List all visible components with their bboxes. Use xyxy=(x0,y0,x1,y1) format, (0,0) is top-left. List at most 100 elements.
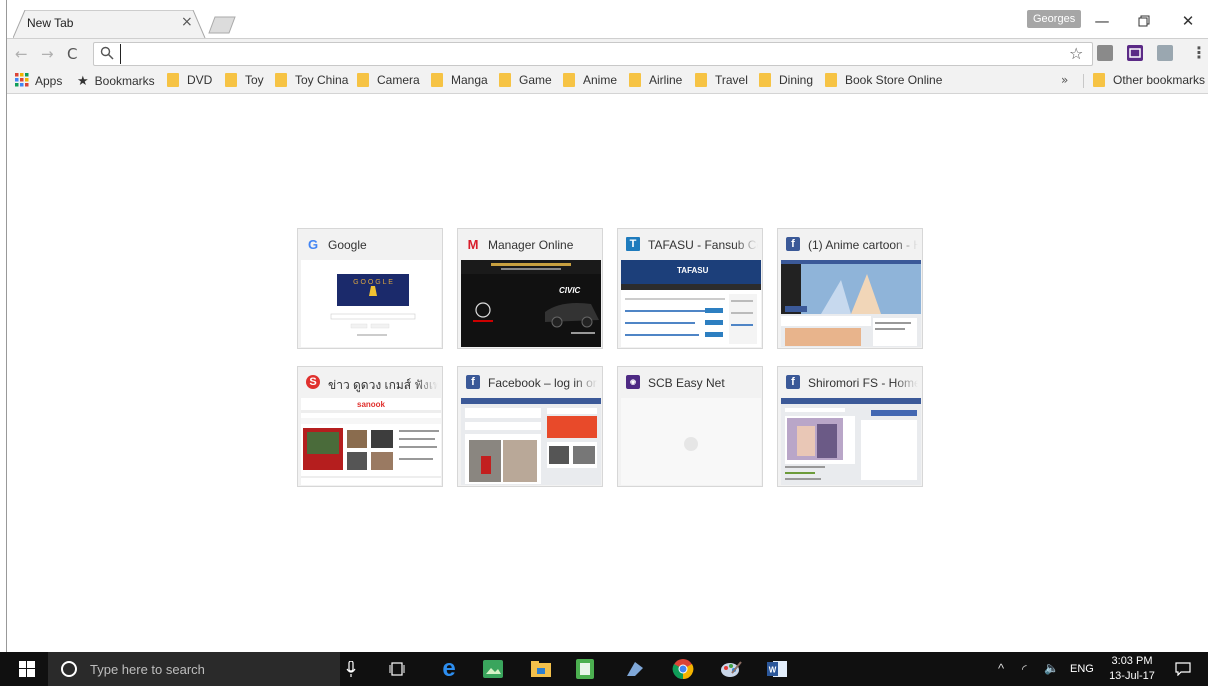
wifi-icon[interactable]: ◜ xyxy=(1022,662,1027,676)
tab-close-icon[interactable]: × xyxy=(181,14,193,30)
tile-thumbnail: TAFASU xyxy=(621,260,761,347)
tile-thumbnail xyxy=(461,398,601,485)
photos-app-icon[interactable] xyxy=(478,652,508,686)
tile-title: (1) Anime cartoon - H xyxy=(808,238,918,252)
microphone-icon[interactable] xyxy=(346,661,356,677)
new-tab-page: G Google G O O G L E M Manager Online CI… xyxy=(7,95,1208,652)
bookmark-folder-dvd[interactable]: DVD xyxy=(167,73,212,89)
apps-shortcut[interactable]: Apps xyxy=(15,73,62,89)
tile-thumbnail xyxy=(781,398,921,485)
bookmark-folder-camera[interactable]: Camera xyxy=(357,73,420,89)
tile-title: Shiromori FS - Home xyxy=(808,376,918,390)
taskbar-search-box[interactable]: Type here to search xyxy=(48,652,356,686)
extension-inbox-icon[interactable] xyxy=(1127,45,1143,61)
bookmark-folder-manga[interactable]: Manga xyxy=(431,73,488,89)
bookmarks-shortcut[interactable]: ★ Bookmarks xyxy=(77,73,155,89)
bookmarks-label: Bookmarks xyxy=(94,74,155,88)
tile-sanook[interactable]: S ข่าว ดูดวง เกมส์ ฟังเพล sanook xyxy=(297,366,443,487)
bookmark-folder-airline[interactable]: Airline xyxy=(629,73,682,89)
tile-facebook[interactable]: f Facebook – log in or s xyxy=(457,366,603,487)
apps-label: Apps xyxy=(35,74,63,88)
extension-tray-icon[interactable] xyxy=(1097,45,1113,61)
restore-icon[interactable] xyxy=(1129,12,1159,31)
task-view-icon[interactable] xyxy=(382,652,412,686)
tafasu-banner-text: TAFASU xyxy=(677,266,709,275)
new-tab-button[interactable] xyxy=(207,16,237,34)
tile-header: T TAFASU - Fansub Co xyxy=(618,229,762,257)
address-input[interactable] xyxy=(120,44,1060,64)
folder-icon xyxy=(695,73,707,87)
bookmark-folder-toy-china[interactable]: Toy China xyxy=(275,73,348,89)
folder-icon xyxy=(499,73,511,87)
sanook-logo-text: sanook xyxy=(357,400,386,409)
folder-icon xyxy=(225,73,237,87)
folder-icon xyxy=(357,73,369,87)
tile-scb-easy-net[interactable]: ◉ SCB Easy Net xyxy=(617,366,763,487)
notes-app-icon[interactable] xyxy=(570,652,600,686)
file-explorer-icon[interactable] xyxy=(526,652,556,686)
word-app-icon[interactable]: W xyxy=(762,652,792,686)
tile-title: TAFASU - Fansub Co xyxy=(648,238,758,252)
tile-tafasu[interactable]: T TAFASU - Fansub Co TAFASU xyxy=(617,228,763,349)
folder-icon xyxy=(1093,73,1105,87)
tab-new-tab-title[interactable]: New Tab xyxy=(27,16,73,30)
scb-icon: ◉ xyxy=(626,375,640,389)
tile-shiromori-fs[interactable]: f Shiromori FS - Home xyxy=(777,366,923,487)
other-bookmarks-folder[interactable]: Other bookmarks xyxy=(1093,73,1205,89)
bookmark-folder-travel[interactable]: Travel xyxy=(695,73,748,89)
tile-header: S ข่าว ดูดวง เกมส์ ฟังเพล xyxy=(298,367,442,395)
tile-google[interactable]: G Google G O O G L E xyxy=(297,228,443,349)
bookmark-star-icon[interactable]: ☆ xyxy=(1069,44,1083,63)
edge-browser-icon[interactable]: e xyxy=(434,652,464,686)
bookmark-folder-dining[interactable]: Dining xyxy=(759,73,813,89)
svg-text:G O O G L E: G O O G L E xyxy=(353,279,393,286)
minimize-icon[interactable]: — xyxy=(1087,12,1117,30)
tile-header: f Shiromori FS - Home xyxy=(778,367,922,395)
desktop-screen: New Tab × Georges — ✕ ← → C ☆ ⋮ Apps ★ B… xyxy=(0,0,1208,686)
tab-strip: New Tab × Georges — ✕ xyxy=(7,0,1208,38)
tile-header: f (1) Anime cartoon - H xyxy=(778,229,922,257)
most-visited-grid: G Google G O O G L E M Manager Online CI… xyxy=(297,228,937,488)
tile-header: M Manager Online xyxy=(458,229,602,257)
volume-icon[interactable]: 🔈 xyxy=(1044,661,1059,675)
chrome-taskbar-icon[interactable] xyxy=(668,652,698,686)
search-icon xyxy=(100,46,114,60)
bookmark-folder-toy[interactable]: Toy xyxy=(225,73,264,89)
tile-thumbnail xyxy=(621,398,761,485)
extension-cast-icon[interactable] xyxy=(1157,45,1173,61)
windows-taskbar: Type here to search e W ^ ◜ 🔈 ENG 3:03 P… xyxy=(0,652,1208,686)
bookmark-folder-book-store-online[interactable]: Book Store Online xyxy=(825,73,942,89)
facebook-f-icon: f xyxy=(786,375,800,389)
chrome-menu-icon[interactable]: ⋮ xyxy=(1191,43,1207,62)
tile-anime-cartoon[interactable]: f (1) Anime cartoon - H xyxy=(777,228,923,349)
clock-date[interactable]: 13-Jul-17 xyxy=(1108,670,1156,682)
clock-time[interactable]: 3:03 PM xyxy=(1108,655,1156,667)
folder-icon xyxy=(275,73,287,87)
address-bar[interactable] xyxy=(93,42,1093,66)
paint-app-icon[interactable] xyxy=(716,652,746,686)
reload-icon[interactable]: C xyxy=(67,45,77,63)
input-language-indicator[interactable]: ENG xyxy=(1070,663,1094,675)
action-center-icon[interactable] xyxy=(1170,652,1196,686)
forward-arrow-icon[interactable]: → xyxy=(41,45,54,63)
folder-icon xyxy=(167,73,179,87)
bookmark-folder-anime[interactable]: Anime xyxy=(563,73,617,89)
close-window-icon[interactable]: ✕ xyxy=(1173,12,1203,30)
bookmarks-overflow-button[interactable]: » xyxy=(1061,73,1068,87)
folder-icon xyxy=(629,73,641,87)
tile-header: ◉ SCB Easy Net xyxy=(618,367,762,395)
browser-toolbar: ← → C ☆ ⋮ xyxy=(7,38,1208,68)
tray-chevron-icon[interactable]: ^ xyxy=(998,661,1004,676)
profile-button[interactable]: Georges xyxy=(1027,10,1082,28)
windows-start-icon[interactable] xyxy=(10,652,44,686)
folder-icon xyxy=(759,73,771,87)
folder-icon xyxy=(431,73,443,87)
bookmark-folder-game[interactable]: Game xyxy=(499,73,552,89)
facebook-f-icon: f xyxy=(466,375,480,389)
sanook-s-icon: S xyxy=(306,375,320,389)
app-launcher-icon[interactable] xyxy=(620,652,650,686)
tafasu-t-icon: T xyxy=(626,237,640,251)
back-arrow-icon[interactable]: ← xyxy=(15,45,28,63)
tile-manager-online[interactable]: M Manager Online CIVIC xyxy=(457,228,603,349)
tile-thumbnail: sanook xyxy=(301,398,441,485)
